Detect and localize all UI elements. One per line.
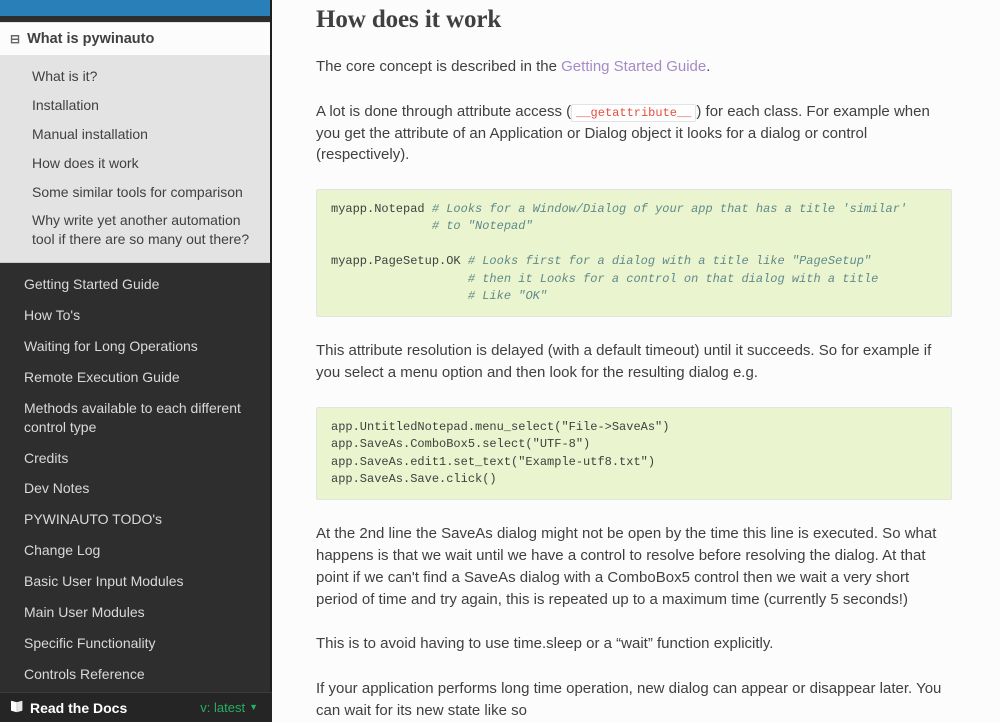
chevron-down-icon: ▼ <box>249 702 258 712</box>
code-block-attribute-resolution: myapp.Notepad # Looks for a Window/Dialo… <box>316 189 952 318</box>
read-the-docs-brand[interactable]: Read the Docs <box>10 700 127 716</box>
code-comment: # Looks first for a dialog with a title … <box>467 254 872 269</box>
sidebar-subitem-manual-installation[interactable]: Manual installation <box>0 120 272 149</box>
code-line: myapp.PageSetup.OK <box>331 254 468 269</box>
sidebar-subitem-how-does-it-work[interactable]: How does it work <box>0 149 272 178</box>
sidebar-item-what-is-pywinauto[interactable]: ⊟ What is pywinauto <box>0 22 272 56</box>
list-item: Waiting for Long Operations <box>0 331 272 362</box>
list-item: Some similar tools for comparison <box>0 178 272 207</box>
paragraph-long-operation: If your application performs long time o… <box>316 680 942 719</box>
list-item: Methods available to each different cont… <box>0 393 272 443</box>
sidebar-subitem-installation[interactable]: Installation <box>0 91 272 120</box>
sidebar-main-list: Getting Started Guide How To's Waiting f… <box>0 263 272 700</box>
list-item: Credits <box>0 443 272 474</box>
code-comment: # Looks for a Window/Dialog of your app … <box>431 202 908 216</box>
sidebar-item-how-tos[interactable]: How To's <box>0 300 272 331</box>
list-item: Why write yet another automation tool if… <box>0 206 272 254</box>
list-item: Manual installation <box>0 120 272 149</box>
list-item: Installation <box>0 91 272 120</box>
list-item: Getting Started Guide <box>0 269 272 300</box>
list-item: Dev Notes <box>0 473 272 504</box>
sidebar-item-main-user-modules[interactable]: Main User Modules <box>0 597 272 628</box>
read-the-docs-label: Read the Docs <box>30 699 128 716</box>
paragraph-avoid-sleep: This is to avoid having to use time.slee… <box>316 635 774 653</box>
sidebar-navigation: ⊟ What is pywinauto What is it? Installa… <box>0 0 272 722</box>
paragraph-text: . <box>706 58 711 75</box>
paragraph-core-concept: The core concept is described in the Get… <box>316 56 952 78</box>
sidebar-item-basic-user-input-modules[interactable]: Basic User Input Modules <box>0 566 272 597</box>
version-label: v: latest <box>200 700 246 715</box>
book-icon <box>10 700 24 715</box>
sidebar-current-item-label: What is pywinauto <box>27 31 155 47</box>
sidebar-item-remote-execution-guide[interactable]: Remote Execution Guide <box>0 362 272 393</box>
list-item: How To's <box>0 300 272 331</box>
sidebar-scroll-region[interactable]: ⊟ What is pywinauto What is it? Installa… <box>0 22 272 700</box>
list-item: PYWINAUTO TODO's <box>0 504 272 535</box>
sidebar-subitem-what-is-it[interactable]: What is it? <box>0 62 272 91</box>
paragraph-attribute-access: A lot is done through attribute access (… <box>316 101 952 166</box>
sidebar-subitem-why-write-yet-another[interactable]: Why write yet another automation tool if… <box>0 206 272 254</box>
sidebar-item-pywinauto-todos[interactable]: PYWINAUTO TODO's <box>0 504 272 535</box>
sidebar-item-credits[interactable]: Credits <box>0 443 272 474</box>
paragraph-delayed-resolution: This attribute resolution is delayed (wi… <box>316 342 932 382</box>
code-line: app.SaveAs.Save.click() <box>331 472 497 487</box>
sidebar-item-specific-functionality[interactable]: Specific Functionality <box>0 628 272 659</box>
sidebar-search-area[interactable] <box>0 0 272 16</box>
code-comment: # Like "OK" <box>467 288 548 303</box>
list-item: Basic User Input Modules <box>0 566 272 597</box>
code-line: myapp.Notepad <box>331 202 432 216</box>
page-title: How does it work <box>316 6 502 33</box>
sidebar-footer: Read the Docs v: latest ▼ <box>0 692 272 722</box>
list-item: Change Log <box>0 535 272 566</box>
paragraph-text: The core concept is described in the <box>316 58 562 75</box>
sidebar-subitem-similar-tools[interactable]: Some similar tools for comparison <box>0 178 272 207</box>
main-content: How does it work The core concept is des… <box>272 0 1000 722</box>
sidebar-item-controls-reference[interactable]: Controls Reference <box>0 659 272 690</box>
code-line: app.SaveAs.edit1.set_text("Example-utf8.… <box>331 454 656 469</box>
version-selector[interactable]: v: latest ▼ <box>200 700 258 715</box>
getting-started-guide-link[interactable]: Getting Started Guide <box>561 58 706 75</box>
list-item: Remote Execution Guide <box>0 362 272 393</box>
code-comment: # then it Looks for a control on that di… <box>467 271 879 286</box>
code-block-saveas-example: app.UntitledNotepad.menu_select("File->S… <box>316 406 952 501</box>
code-line: app.SaveAs.ComboBox5.select("UTF-8") <box>331 437 591 452</box>
code-line: app.UntitledNotepad.menu_select("File->S… <box>331 419 670 434</box>
list-item: Main User Modules <box>0 597 272 628</box>
paragraph-text: A lot is done through attribute access ( <box>316 102 572 120</box>
sidebar-sub-list: What is it? Installation Manual installa… <box>0 56 272 264</box>
list-item: Specific Functionality <box>0 628 272 659</box>
collapse-box-icon[interactable]: ⊟ <box>10 33 20 45</box>
sidebar-item-getting-started-guide[interactable]: Getting Started Guide <box>0 269 272 300</box>
documentation-page: ⊟ What is pywinauto What is it? Installa… <box>0 0 1000 722</box>
sidebar-item-change-log[interactable]: Change Log <box>0 535 272 566</box>
code-comment: # to "Notepad" <box>431 219 533 234</box>
list-item: What is it? <box>0 62 272 91</box>
sidebar-item-dev-notes[interactable]: Dev Notes <box>0 473 272 504</box>
sidebar-item-methods-available[interactable]: Methods available to each different cont… <box>0 393 272 443</box>
list-item: How does it work <box>0 149 272 178</box>
list-item: Controls Reference <box>0 659 272 690</box>
paragraph-second-line-explanation: At the 2nd line the SaveAs dialog might … <box>316 525 937 608</box>
sidebar-item-waiting-for-long-operations[interactable]: Waiting for Long Operations <box>0 331 272 362</box>
inline-code-getattribute: __getattribute__ <box>571 103 697 122</box>
